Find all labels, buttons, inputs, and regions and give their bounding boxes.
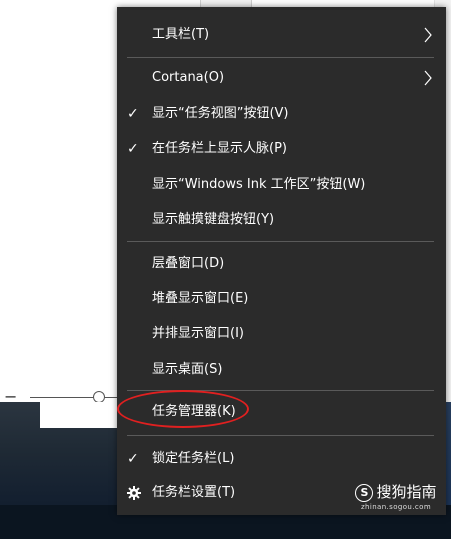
menu-item-show-task-view-button[interactable]: ✓ 显示“任务视图”按钮(V) <box>117 97 446 131</box>
menu-item-show-touch-keyboard-button[interactable]: 显示触摸键盘按钮(Y) <box>117 203 446 237</box>
checkmark-icon: ✓ <box>127 106 139 122</box>
annotation-circle <box>117 390 249 428</box>
menu-separator <box>127 57 434 58</box>
watermark-url: zhinan.sogou.com <box>360 502 432 511</box>
menu-item-label: 锁定任务栏(L) <box>152 451 235 466</box>
menu-item-toolbars[interactable]: 工具栏(T) <box>117 18 446 52</box>
menu-item-label: 显示“Windows Ink 工作区”按钮(W) <box>152 177 366 192</box>
background-window-fragment <box>40 402 120 428</box>
menu-item-label: Cortana(O) <box>152 70 225 85</box>
menu-item-label: 堆叠显示窗口(E) <box>152 291 249 306</box>
menu-item-label: 显示“任务视图”按钮(V) <box>152 106 289 121</box>
menu-item-label: 任务栏设置(T) <box>152 485 236 500</box>
menu-item-label: 显示触摸键盘按钮(Y) <box>152 212 275 227</box>
menu-item-label: 工具栏(T) <box>152 27 210 42</box>
watermark-brand: 搜狗指南 <box>376 483 437 501</box>
watermark: S 搜狗指南 zhinan.sogou.com <box>348 483 444 512</box>
menu-separator <box>127 241 434 242</box>
menu-item-side-by-side-windows[interactable]: 并排显示窗口(I) <box>117 317 446 351</box>
checkmark-icon: ✓ <box>127 451 139 467</box>
gear-icon <box>127 486 141 500</box>
menu-item-stack-windows[interactable]: 堆叠显示窗口(E) <box>117 282 446 316</box>
menu-item-show-people[interactable]: ✓ 在任务栏上显示人脉(P) <box>117 132 446 166</box>
menu-separator <box>127 435 434 436</box>
menu-item-label: 在任务栏上显示人脉(P) <box>152 141 287 156</box>
chevron-right-icon <box>424 70 432 86</box>
menu-item-show-windows-ink-button[interactable]: 显示“Windows Ink 工作区”按钮(W) <box>117 168 446 202</box>
menu-item-cascade-windows[interactable]: 层叠窗口(D) <box>117 247 446 281</box>
menu-item-lock-taskbar[interactable]: ✓ 锁定任务栏(L) <box>117 442 446 476</box>
menu-item-label: 层叠窗口(D) <box>152 256 225 271</box>
chevron-right-icon <box>424 27 432 43</box>
zoom-track <box>30 397 120 398</box>
taskbar-context-menu: 工具栏(T) Cortana(O) ✓ 显示“任务视图”按钮(V) ✓ 在任务栏… <box>117 7 446 515</box>
menu-item-label: 显示桌面(S) <box>152 362 223 377</box>
sogou-logo-icon: S <box>355 483 374 502</box>
checkmark-icon: ✓ <box>127 141 139 157</box>
menu-item-show-desktop[interactable]: 显示桌面(S) <box>117 353 446 387</box>
menu-item-cortana[interactable]: Cortana(O) <box>117 61 446 95</box>
menu-item-label: 并排显示窗口(I) <box>152 326 244 341</box>
